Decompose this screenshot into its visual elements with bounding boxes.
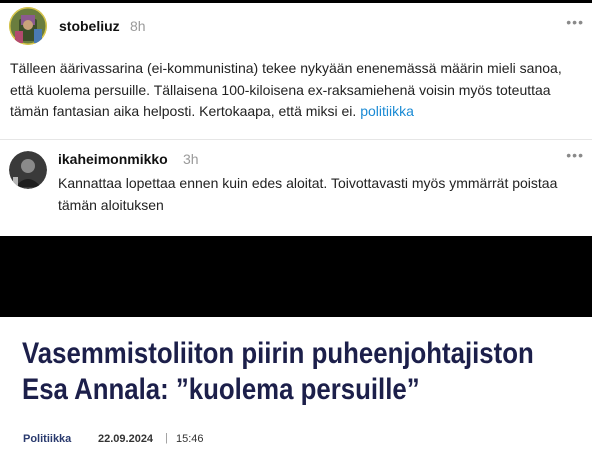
topic-tag[interactable]: politiikka [360, 103, 414, 119]
headline-line-2: Esa Annala: ”kuolema persuille” [22, 373, 420, 406]
post-time: 3h [183, 151, 199, 167]
avatar-image [9, 7, 47, 45]
article-time: 15:46 [176, 433, 204, 445]
headline-line-1: Vasemmistoliiton piirin puheenjohtajisto… [22, 337, 534, 370]
thread-post: stobeliuz 8h ••• Tälleen äärivassarina (… [0, 3, 592, 139]
post-text: Kannattaa lopettaa ennen kuin edes aloit… [58, 175, 558, 213]
more-options-icon[interactable]: ••• [566, 14, 584, 30]
meta-separator: | [165, 432, 168, 444]
article-headline[interactable]: Vasemmistoliiton piirin puheenjohtajisto… [22, 336, 534, 408]
avatar-image [9, 151, 47, 189]
more-options-icon[interactable]: ••• [566, 147, 584, 163]
post-body: Tälleen äärivassarina (ei-kommunistina) … [10, 60, 562, 119]
username[interactable]: ikaheimonmikko [58, 151, 168, 167]
news-article: Vasemmistoliiton piirin puheenjohtajisto… [0, 317, 592, 467]
post-text: Tälleen äärivassarina (ei-kommunistina) … [10, 58, 585, 123]
avatar[interactable] [9, 7, 47, 45]
post-time: 8h [130, 18, 146, 34]
reply-post: ikaheimonmikko 3h ••• Kannattaa lopettaa… [0, 139, 592, 236]
article-category[interactable]: Politiikka [23, 433, 71, 445]
article-date: 22.09.2024 [98, 433, 154, 445]
avatar[interactable] [9, 151, 47, 189]
redacted-band [0, 236, 592, 317]
username[interactable]: stobeliuz [59, 18, 120, 34]
